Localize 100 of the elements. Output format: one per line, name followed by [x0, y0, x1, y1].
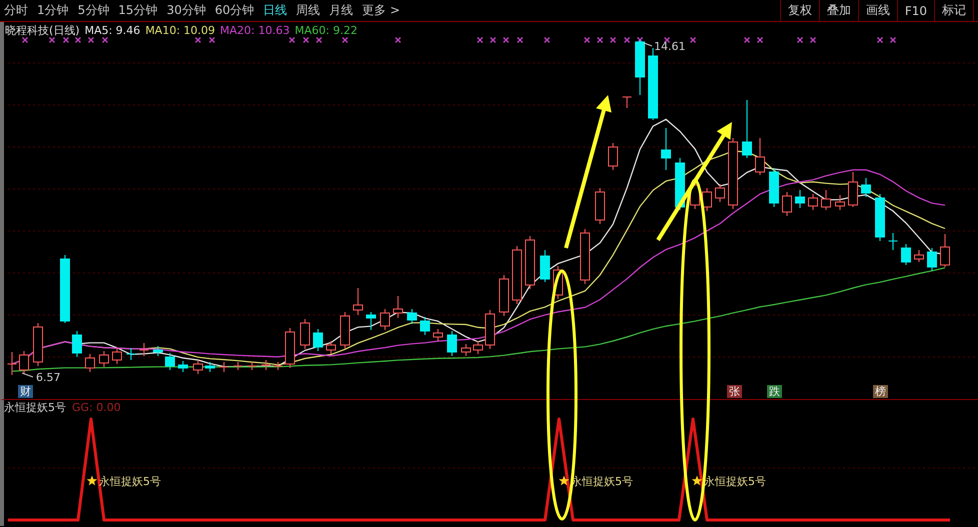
- candlestick: [540, 250, 550, 282]
- cross-mark-icon: [810, 37, 816, 43]
- toolbar-button[interactable]: 复权: [780, 0, 819, 21]
- candlestick: [420, 316, 430, 336]
- tag-label[interactable]: 张: [727, 385, 742, 398]
- candlestick: [861, 178, 871, 198]
- period-tab[interactable]: 周线: [296, 2, 320, 19]
- candlestick: [300, 318, 310, 350]
- tag-label[interactable]: 财: [18, 385, 33, 398]
- candlestick: [33, 322, 43, 366]
- cross-mark-icon: [490, 37, 496, 43]
- candlestick: [126, 348, 136, 360]
- candlestick: [7, 352, 17, 376]
- cross-mark-icon: [877, 37, 883, 43]
- star-icon: [86, 476, 98, 486]
- stock-title: 晓程科技(日线): [5, 24, 80, 38]
- period-tab[interactable]: 5分钟: [78, 2, 110, 19]
- cross-mark-icon: [584, 37, 590, 43]
- candlestick: [728, 138, 738, 210]
- toolbar-button[interactable]: 叠加: [818, 0, 858, 21]
- star-icon: [558, 476, 570, 486]
- period-tab[interactable]: 15分钟: [118, 2, 158, 19]
- cross-mark-icon: [610, 37, 616, 43]
- cross-mark-icon: [316, 37, 322, 43]
- low-price-label: 6.57: [36, 371, 60, 384]
- cross-mark-icon: [102, 37, 108, 43]
- candlestick: [608, 142, 618, 170]
- candlestick: [72, 330, 82, 358]
- candlestick: [247, 362, 257, 370]
- cross-mark-icon: [209, 37, 215, 43]
- candlestick: [821, 190, 831, 210]
- candlestick: [485, 310, 495, 350]
- period-tab[interactable]: 60分钟: [214, 2, 254, 19]
- cross-mark-icon: [890, 37, 896, 43]
- period-tab[interactable]: 分时: [4, 2, 28, 19]
- candlestick: [19, 350, 29, 374]
- candlestick: [433, 328, 443, 342]
- period-tab[interactable]: 日线: [263, 2, 288, 19]
- cross-mark-icon: [88, 37, 94, 43]
- cross-mark-icon: [477, 37, 483, 43]
- cross-mark-icon: [303, 37, 309, 43]
- period-tab[interactable]: 更多 >: [362, 2, 400, 19]
- candlestick: [60, 254, 70, 324]
- candlestick: [848, 172, 858, 208]
- candlestick: [473, 340, 483, 354]
- candlestick: [139, 342, 149, 356]
- toolbar-button[interactable]: 画线: [858, 0, 897, 21]
- cross-mark-icon: [289, 37, 295, 43]
- candlestick: [165, 352, 175, 370]
- candlestick: [285, 328, 295, 368]
- candlestick: [273, 362, 283, 370]
- tag-label[interactable]: 榜: [873, 385, 888, 398]
- period-tab[interactable]: 1分钟: [37, 2, 69, 19]
- star-icon: [692, 476, 702, 486]
- candlestick: [702, 188, 712, 212]
- cross-mark-icon: [664, 37, 670, 43]
- cross-mark-icon: [544, 37, 550, 43]
- cross-mark-icon: [195, 37, 201, 43]
- candlestick: [675, 158, 685, 210]
- cross-mark-icon: [503, 37, 509, 43]
- candlestick: [407, 308, 417, 324]
- candlestick: [99, 350, 109, 368]
- cross-mark-icon: [624, 37, 630, 43]
- toolbar-button[interactable]: F10: [896, 0, 934, 21]
- cross-mark-icon: [744, 37, 750, 43]
- cross-mark-icon: [797, 37, 803, 43]
- candlestick: [940, 234, 950, 268]
- cross-mark-icon: [757, 37, 763, 43]
- candlestick: [261, 360, 271, 370]
- cross-mark-icon: [395, 37, 401, 43]
- candlestick: [901, 244, 911, 266]
- candlestick: [927, 248, 937, 272]
- candlestick: [782, 192, 792, 216]
- cross-mark-icon: [517, 37, 523, 43]
- period-tab[interactable]: 月线: [329, 2, 354, 19]
- toolbar-button[interactable]: 标记: [934, 0, 974, 21]
- candlestick: [326, 340, 336, 354]
- high-price-label: 14.61: [654, 40, 686, 53]
- leader-line: [22, 372, 34, 378]
- candlestick: [795, 190, 805, 208]
- candlestick: [595, 188, 605, 224]
- candlestick: [888, 232, 898, 250]
- candlestick: [875, 194, 885, 242]
- cross-mark-icon: [75, 37, 81, 43]
- candlestick: [219, 362, 229, 372]
- candlestick: [153, 346, 163, 356]
- candlestick: [366, 312, 376, 330]
- candlestick: [112, 348, 122, 364]
- candlestick: [755, 138, 765, 176]
- cross-mark-icon: [49, 37, 55, 43]
- cross-mark-icon: [63, 37, 69, 43]
- candlestick: [512, 246, 522, 304]
- candlestick: [447, 330, 457, 356]
- candlestick: [635, 40, 645, 96]
- candlestick: [380, 308, 390, 330]
- candlestick: [715, 184, 725, 202]
- tag-label[interactable]: 跌: [767, 385, 782, 398]
- period-tab[interactable]: 30分钟: [166, 2, 206, 19]
- candlestick: [914, 250, 924, 262]
- candlestick: [835, 194, 845, 210]
